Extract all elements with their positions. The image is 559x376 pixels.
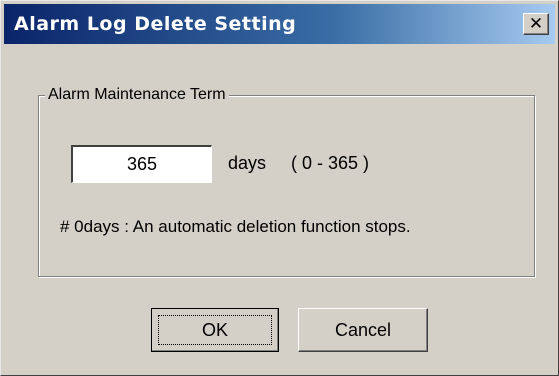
days-unit-label: days bbox=[228, 153, 267, 173]
alarm-maintenance-term-group bbox=[38, 95, 535, 277]
window-title: Alarm Log Delete Setting bbox=[14, 13, 297, 35]
close-icon: ✕ bbox=[528, 13, 544, 34]
cancel-button[interactable]: Cancel bbox=[298, 308, 428, 352]
title-bar[interactable]: Alarm Log Delete Setting ✕ bbox=[4, 4, 555, 44]
cancel-label: Cancel bbox=[334, 319, 392, 340]
ok-button[interactable]: OK bbox=[151, 308, 279, 352]
alarm-log-delete-dialog: Alarm Log Delete Setting ✕ Alarm Mainten… bbox=[0, 0, 559, 376]
close-button[interactable]: ✕ bbox=[523, 13, 549, 35]
group-label: Alarm Maintenance Term bbox=[45, 86, 229, 104]
range-label: ( 0 - 365 ) bbox=[291, 153, 370, 173]
days-input[interactable] bbox=[71, 145, 212, 183]
focus-rect bbox=[158, 315, 272, 345]
note-text: # 0days : An automatic deletion function… bbox=[60, 217, 411, 236]
